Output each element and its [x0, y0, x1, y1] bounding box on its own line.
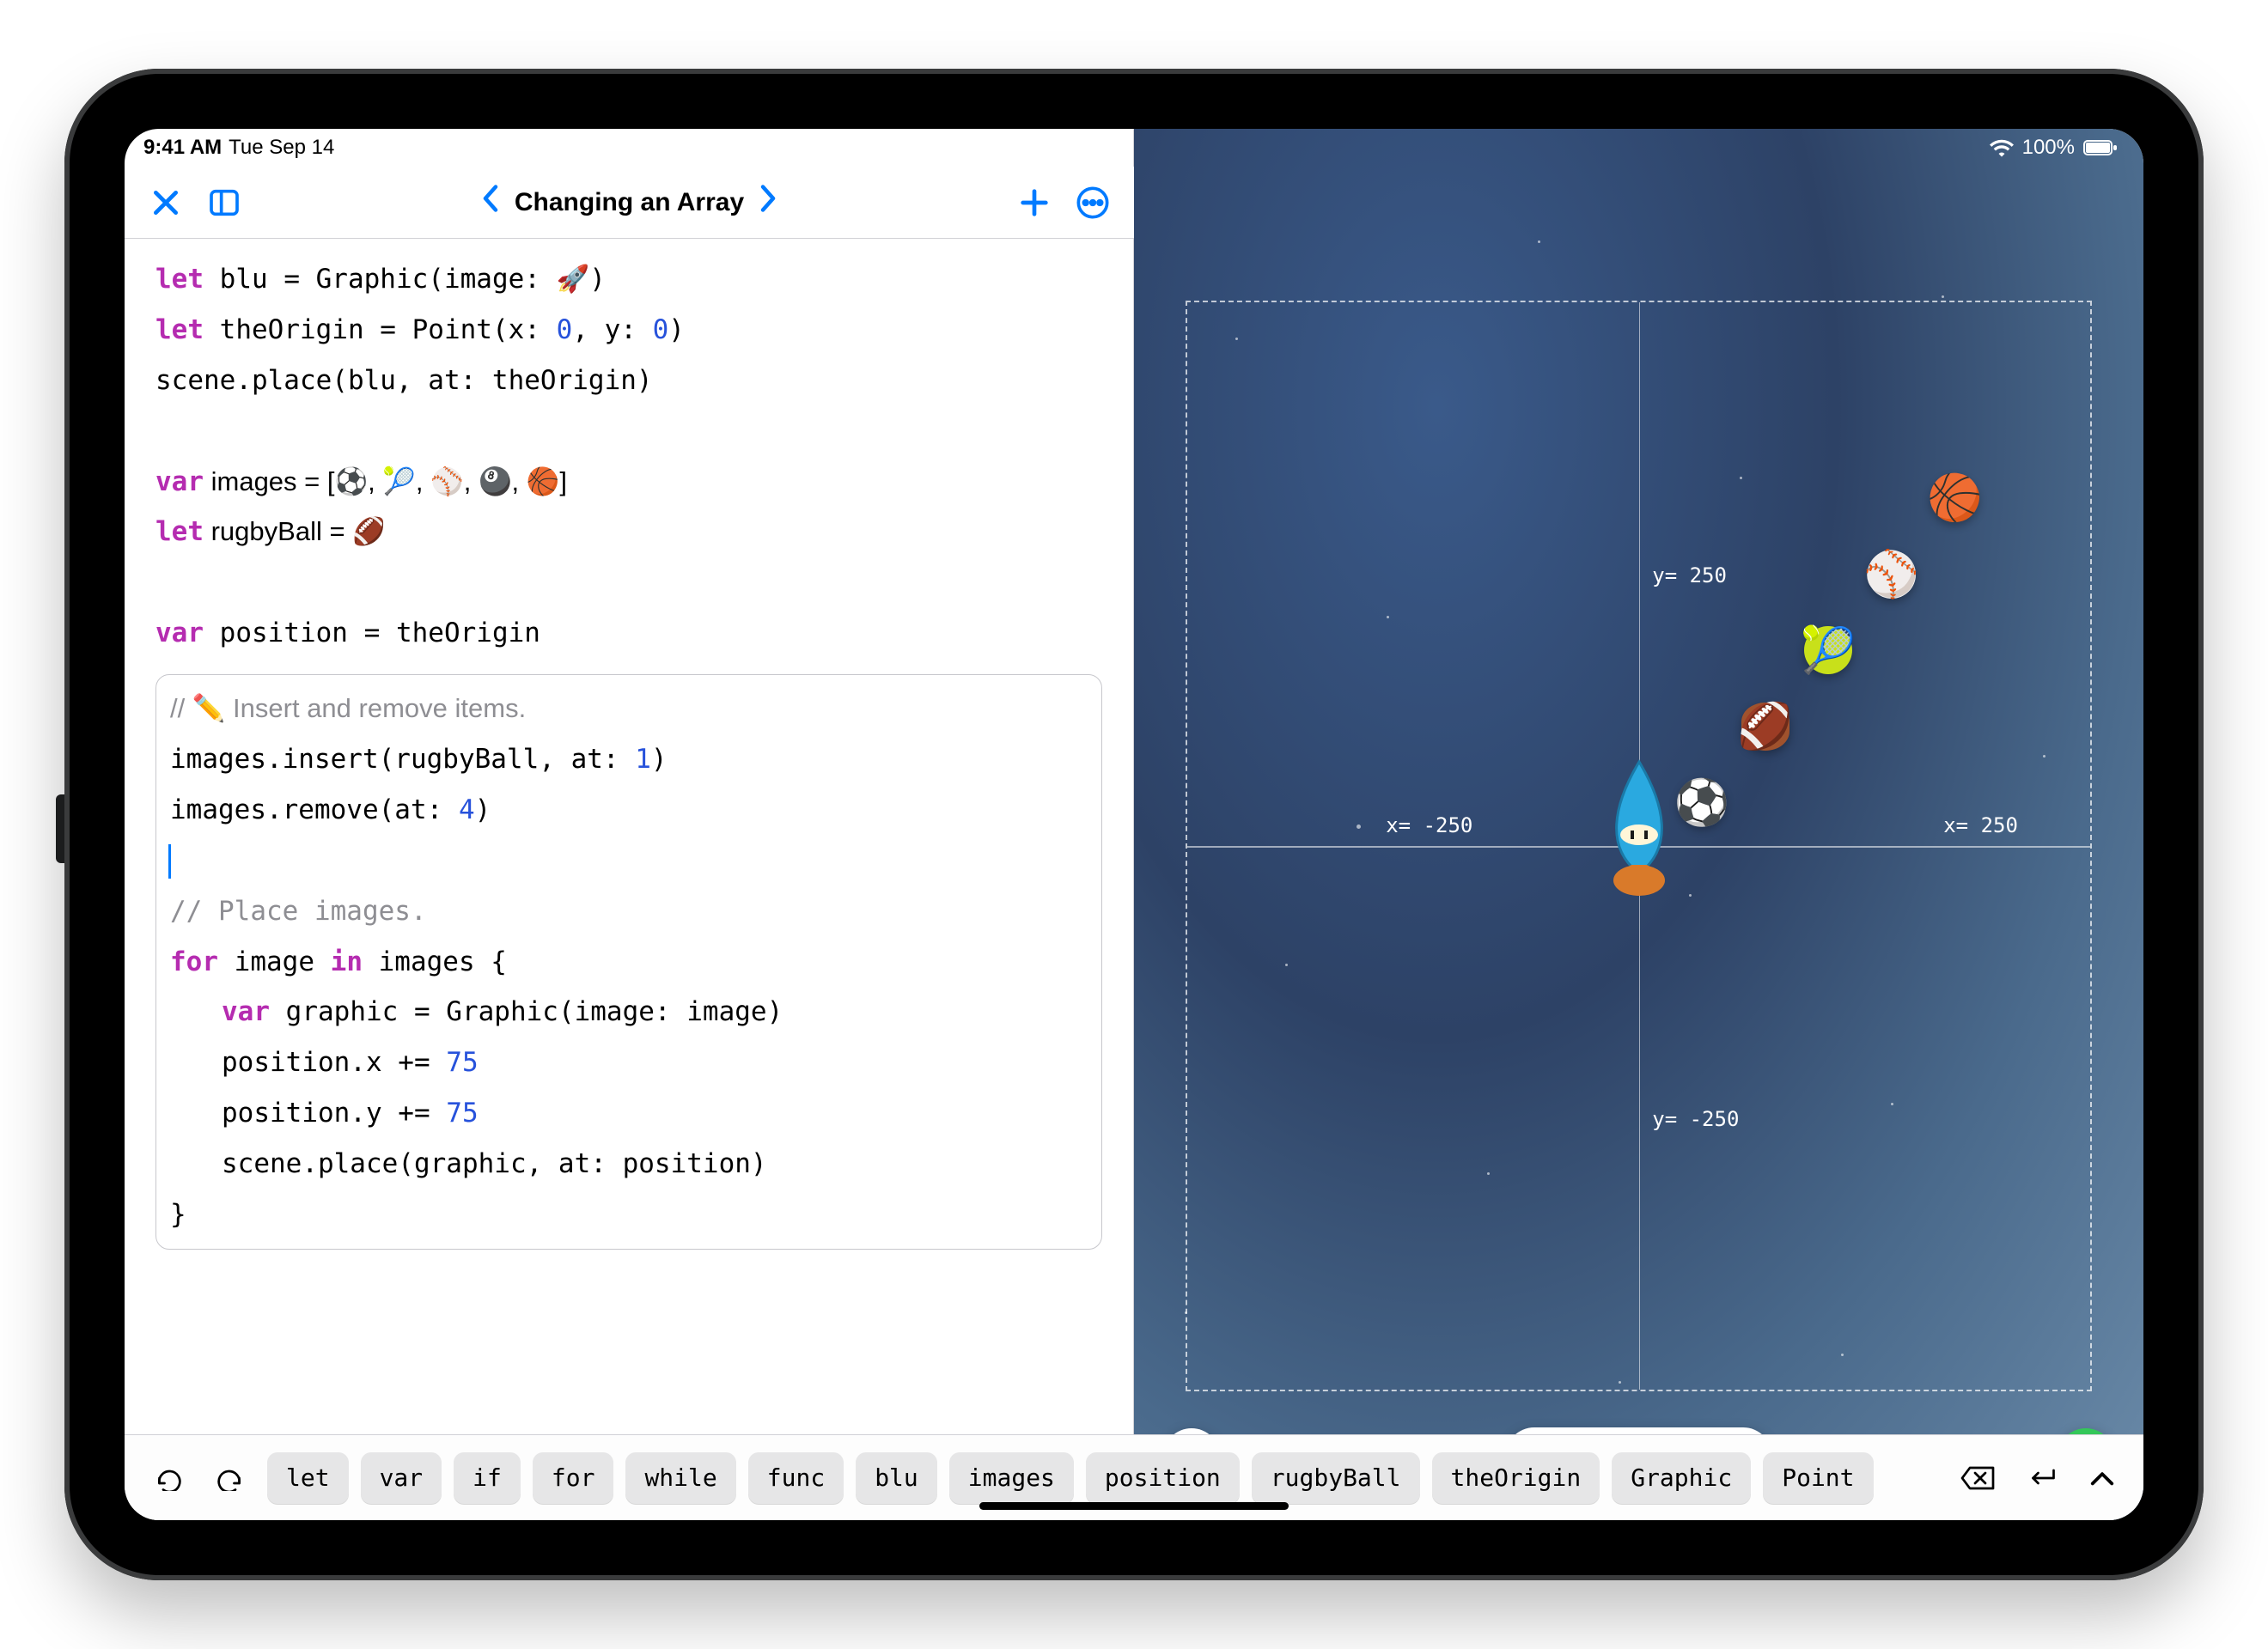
ball-football: 🏈: [1741, 703, 1789, 751]
kbd-token-if[interactable]: if: [454, 1452, 521, 1504]
screen: let blu = Graphic(image: 🚀) let theOrigi…: [125, 129, 2143, 1520]
editor-toolbar: Changing an Array: [125, 167, 1134, 239]
ball-baseball: ⚾️: [1868, 551, 1916, 599]
kbd-token-rugbyBall[interactable]: rugbyBall: [1252, 1452, 1420, 1504]
wifi-icon: [1990, 138, 2014, 157]
page-nav: Changing an Array: [475, 183, 783, 222]
kbd-token-Point[interactable]: Point: [1763, 1452, 1873, 1504]
page-title[interactable]: Changing an Array: [515, 188, 744, 217]
text-cursor: [168, 844, 171, 879]
scene-bounds: y= 250 y= -250 x= 250 x= -250: [1186, 301, 2092, 1391]
status-bar: 9:41 AM Tue Sep 14 100%: [125, 129, 2143, 167]
ball-tennis: 🎾: [1804, 626, 1852, 674]
device-side-button: [56, 794, 64, 863]
ball-soccer: ⚽️: [1678, 778, 1726, 826]
close-button[interactable]: [147, 184, 185, 222]
chevron-up-button[interactable]: [2080, 1468, 2125, 1488]
kbd-token-Graphic[interactable]: Graphic: [1612, 1452, 1751, 1504]
return-button[interactable]: [2016, 1465, 2068, 1491]
kbd-token-let[interactable]: let: [267, 1452, 349, 1504]
main-split: let blu = Graphic(image: 🚀) let theOrigi…: [125, 129, 2143, 1520]
editable-code-box[interactable]: // ✏️ Insert and remove items. images.in…: [155, 674, 1102, 1250]
delete-button[interactable]: [1951, 1464, 2004, 1492]
kbd-token-func[interactable]: func: [748, 1452, 844, 1504]
add-button[interactable]: [1015, 184, 1053, 222]
kbd-token-for[interactable]: for: [533, 1452, 614, 1504]
battery-icon: [2083, 139, 2118, 156]
redo-button[interactable]: [205, 1465, 255, 1491]
label-y-pos: y= 250: [1652, 563, 1727, 587]
kbd-token-position[interactable]: position: [1086, 1452, 1240, 1504]
kbd-token-while[interactable]: while: [625, 1452, 735, 1504]
undo-button[interactable]: [143, 1465, 193, 1491]
label-x-neg: x= -250: [1386, 813, 1472, 837]
kbd-token-var[interactable]: var: [361, 1452, 442, 1504]
code-editor[interactable]: let blu = Graphic(image: 🚀) let theOrigi…: [125, 239, 1133, 1426]
prev-page-button[interactable]: [475, 183, 506, 222]
sidebar-toggle-button[interactable]: [205, 184, 243, 222]
ball-basketball: 🏀: [1930, 474, 1978, 522]
status-date: Tue Sep 14: [229, 136, 334, 160]
scene-pane: y= 250 y= -250 x= 250 x= -250: [1134, 129, 2143, 1520]
battery-percent: 100%: [2022, 136, 2075, 160]
kbd-token-images[interactable]: images: [949, 1452, 1074, 1504]
home-indicator[interactable]: [979, 1502, 1289, 1510]
kbd-token-blu[interactable]: blu: [856, 1452, 937, 1504]
label-x-pos: x= 250: [1943, 813, 2018, 837]
code-pane: let blu = Graphic(image: 🚀) let theOrigi…: [125, 129, 1134, 1520]
status-time: 9:41 AM: [143, 136, 222, 160]
next-page-button[interactable]: [753, 183, 783, 222]
ipad-frame: let blu = Graphic(image: 🚀) let theOrigi…: [64, 69, 2204, 1580]
label-y-neg: y= -250: [1652, 1107, 1739, 1131]
kbd-token-theOrigin[interactable]: theOrigin: [1432, 1452, 1600, 1504]
more-button[interactable]: [1074, 184, 1112, 222]
